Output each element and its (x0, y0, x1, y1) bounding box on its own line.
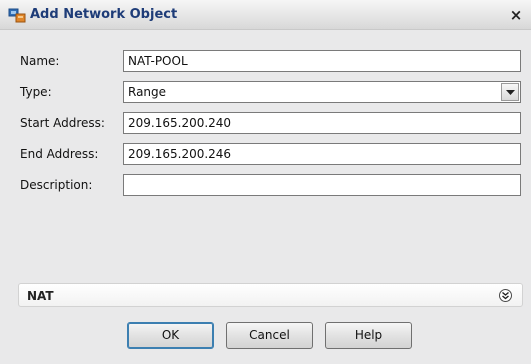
end-address-field[interactable]: 209.165.200.246 (123, 143, 521, 165)
name-field[interactable]: NAT-POOL (123, 50, 521, 72)
nat-section-header[interactable]: NAT (18, 283, 523, 307)
cancel-button[interactable]: Cancel (226, 322, 313, 349)
description-label: Description: (20, 178, 93, 192)
close-icon[interactable]: × (508, 7, 524, 23)
name-label: Name: (20, 54, 60, 68)
type-label: Type: (20, 85, 52, 99)
window-title: Add Network Object (30, 7, 178, 22)
double-chevron-down-icon[interactable] (499, 289, 512, 302)
dropdown-arrow-icon[interactable] (501, 83, 519, 101)
type-select[interactable]: Range (123, 81, 521, 103)
network-object-icon (8, 7, 26, 23)
type-select-value: Range (128, 85, 167, 99)
start-address-label: Start Address: (20, 116, 105, 130)
nat-section-label: NAT (27, 289, 54, 303)
end-address-label: End Address: (20, 147, 99, 161)
description-field[interactable] (123, 174, 521, 196)
title-bar: Add Network Object × (0, 0, 531, 30)
ok-button[interactable]: OK (127, 322, 214, 349)
start-address-field[interactable]: 209.165.200.240 (123, 112, 521, 134)
help-button[interactable]: Help (325, 322, 412, 349)
